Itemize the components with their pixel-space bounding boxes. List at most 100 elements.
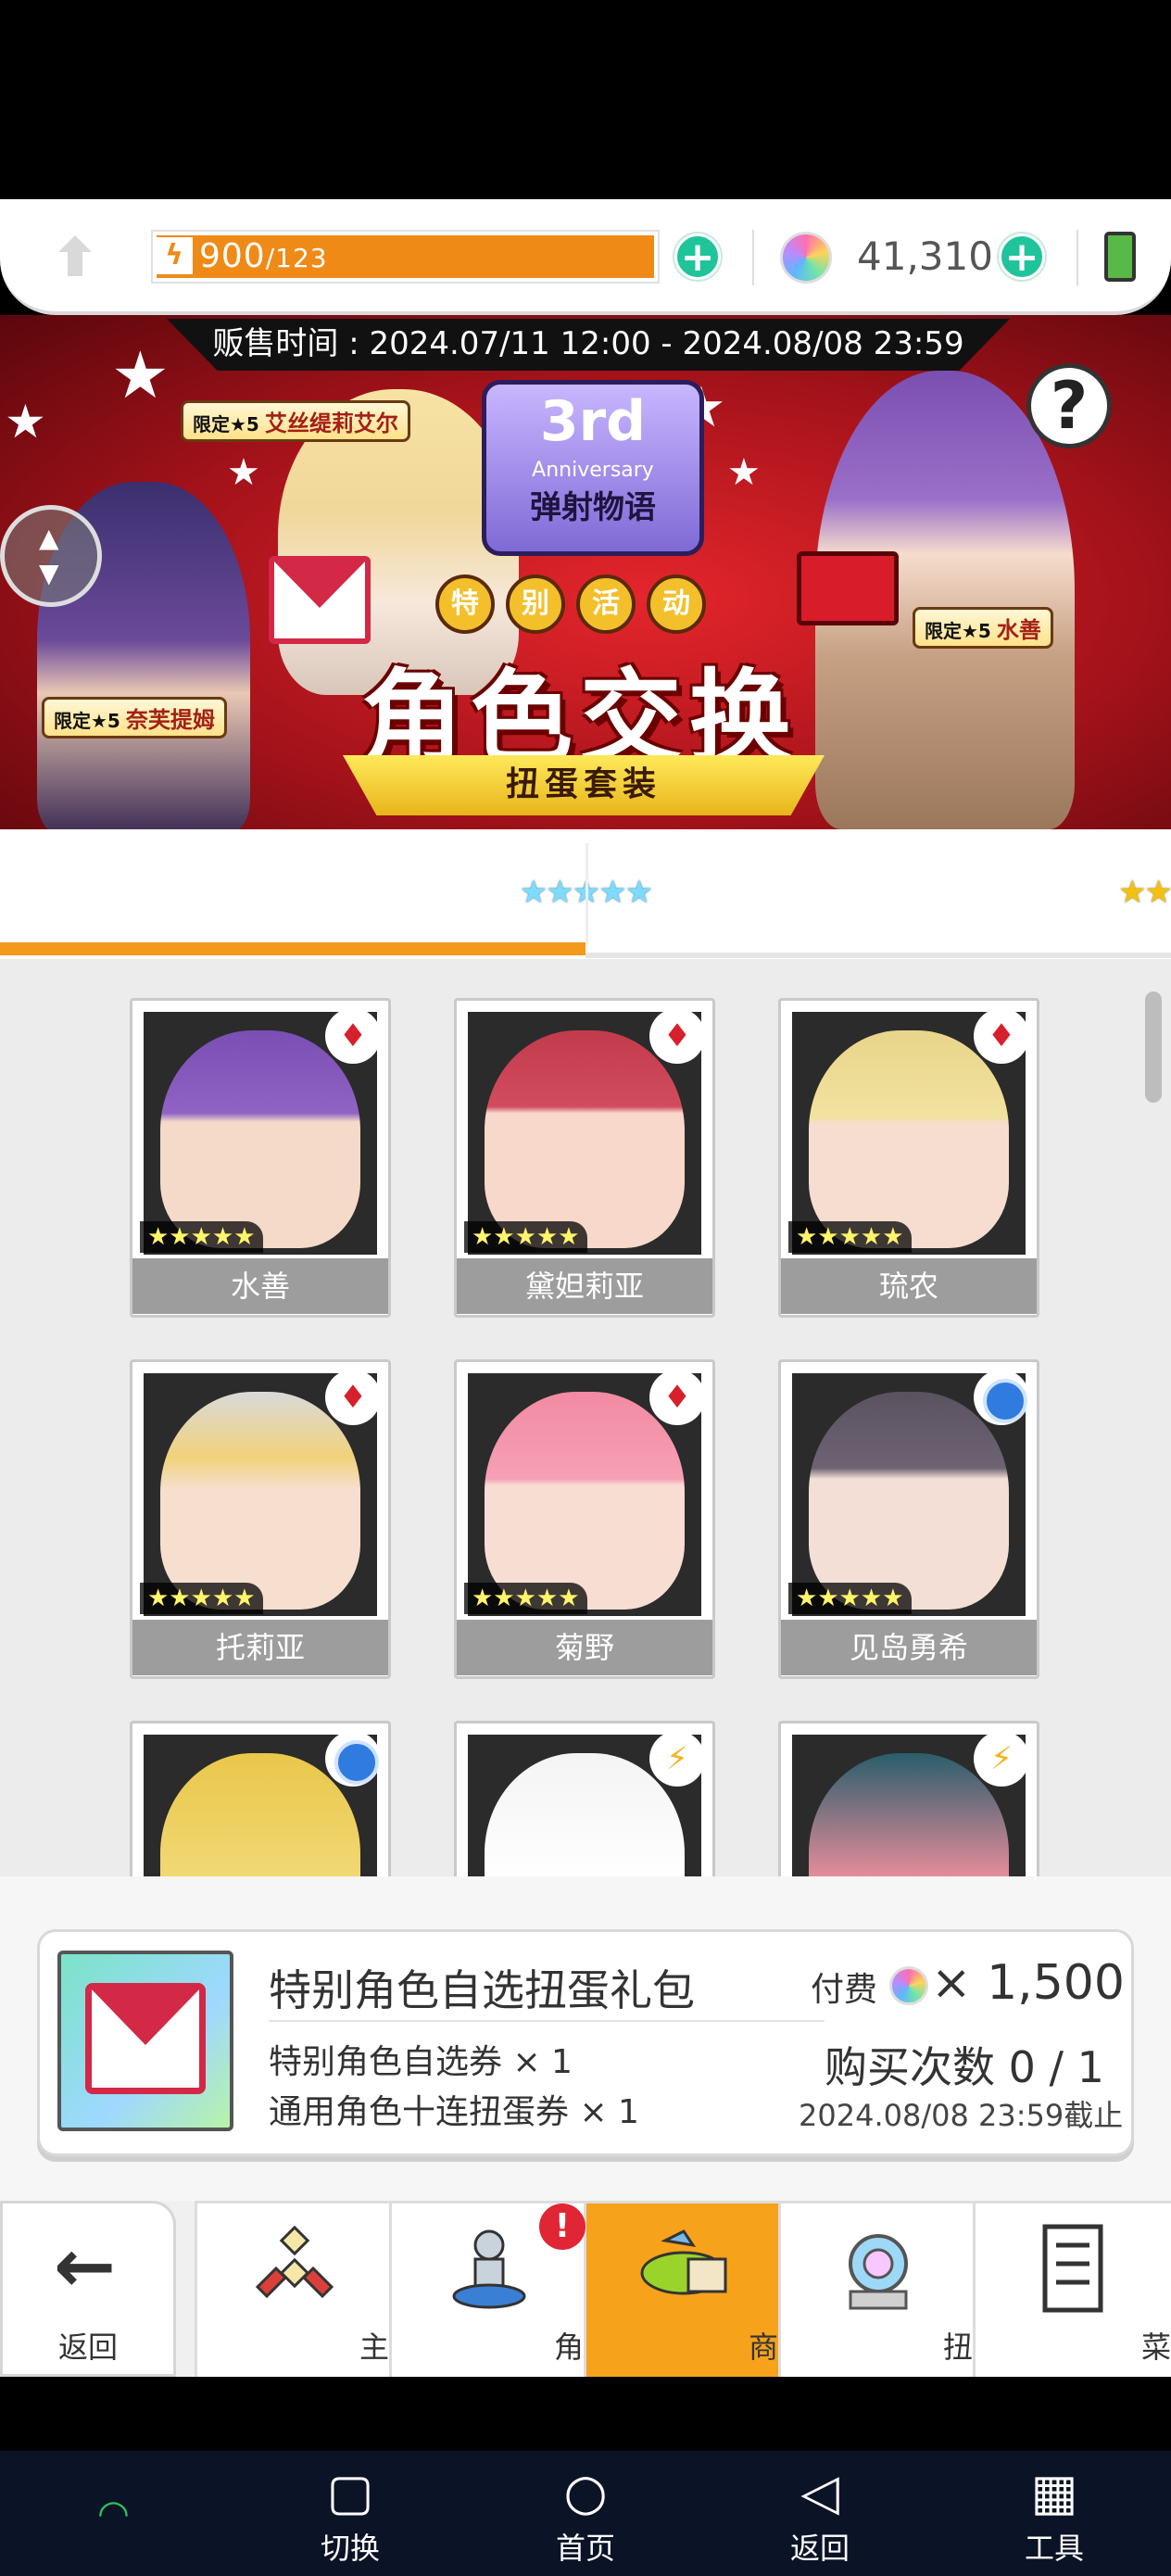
divider: [752, 230, 754, 285]
back-arrow-icon: ←: [54, 2223, 117, 2309]
character-card[interactable]: ♦ ★★★★★ 托莉亚: [130, 1359, 391, 1679]
diamond-element-icon: ♦: [325, 1370, 381, 1425]
nav-item-town[interactable]: 主城: [195, 2201, 419, 2377]
triangle-back-icon: ◁: [800, 2463, 839, 2521]
character-card[interactable]: ♦ ★★★★★ 水善: [130, 998, 391, 1318]
notification-badge: !: [539, 2203, 586, 2250]
town-icon: [255, 2225, 334, 2299]
rarity-stars: ★★★★★: [464, 1583, 587, 1614]
character-name: 水善: [132, 1258, 388, 1314]
package-title: 特别角色自选扭蛋礼包: [269, 1965, 695, 2015]
diamond-element-icon: ♦: [649, 1370, 705, 1425]
deadline: 2024.08/08 23:59截止: [799, 2098, 1124, 2133]
tab-four-star[interactable]: ★★★★: [586, 829, 1171, 959]
tag-character-a: 限定★5 奈芙提姆: [42, 697, 227, 739]
circle-icon: ○: [563, 2463, 608, 2521]
purchase-count: 购买次数 0 / 1: [825, 2042, 1104, 2092]
square-icon: ▢: [326, 2463, 374, 2521]
character-name: 托莉亚: [132, 1620, 388, 1675]
orb-element-icon: [974, 1370, 1029, 1425]
sale-time: 贩售时间 : 2024.07/11 12:00 - 2024.08/08 23:…: [167, 319, 1010, 371]
star-decoration: ★: [227, 451, 260, 494]
system-tools-button[interactable]: ▦ 工具: [980, 2460, 1128, 2568]
stamina-max: /123: [265, 243, 328, 273]
stamina-bolt-icon: ϟ: [156, 237, 193, 274]
star-decoration: ★: [111, 337, 170, 413]
package-item: 特别角色自选券 × 1: [269, 2043, 573, 2081]
character-card[interactable]: ♦ ★★★★★ 黛妲莉亚: [454, 998, 715, 1318]
logo-top: 3rd: [539, 389, 647, 454]
system-switch-button[interactable]: ▢ 切换: [276, 2460, 424, 2568]
system-home-button[interactable]: ○ 首页: [511, 2460, 660, 2568]
wifi-icon: ◠: [97, 2493, 130, 2535]
gem-count: 41,310: [857, 234, 993, 279]
system-label: 切换: [320, 2531, 380, 2566]
envelope-icon: [269, 556, 371, 644]
nav-item-gacha[interactable]: 扭蛋: [778, 2201, 1002, 2377]
nav-item-shop[interactable]: 商店: [584, 2201, 808, 2377]
chevron-down-icon: ▼: [39, 558, 59, 588]
character-card[interactable]: ♦ ★★★★★ 菊野: [454, 1359, 715, 1679]
character-icon: [452, 2229, 526, 2309]
special-char: 特: [435, 575, 495, 634]
special-char: 活: [576, 575, 636, 634]
special-char: 别: [506, 575, 565, 634]
tag-character-c: 限定★5 水善: [913, 607, 1053, 649]
back-button[interactable]: ← 返回: [0, 2201, 176, 2377]
active-tab-indicator: [0, 942, 586, 955]
tab-five-star[interactable]: ★★★★★: [0, 829, 653, 959]
character-card[interactable]: ⚡: [454, 1721, 715, 1876]
fee-label: 付费: [811, 1971, 878, 2009]
menu-icon: [1042, 2224, 1103, 2313]
tag-name: 奈芙提姆: [125, 707, 215, 733]
rarity-stars: ★★★★★: [140, 1583, 263, 1614]
character-name: 见岛勇希: [781, 1620, 1037, 1675]
diamond-element-icon: ♦: [649, 1008, 705, 1064]
gem-icon: [780, 232, 832, 284]
character-name: 菊野: [457, 1620, 712, 1675]
rarity-stars: ★★★★★: [788, 1583, 912, 1614]
tag-prefix: 限定★5: [193, 413, 259, 436]
character-face: [485, 1392, 685, 1610]
character-face: [160, 1392, 360, 1610]
character-face: [160, 1030, 360, 1248]
special-event-label: 特别活动: [435, 575, 750, 634]
nav-item-menu[interactable]: 菜单: [973, 2201, 1171, 2377]
chevron-up-icon: ▲: [39, 523, 59, 553]
tag-name: 水善: [996, 617, 1041, 643]
star-decoration: ★: [5, 395, 46, 448]
tab-divider: [586, 843, 588, 945]
system-back-button[interactable]: ◁ 返回: [746, 2460, 894, 2568]
grid-scrollbar[interactable]: [1145, 991, 1162, 1103]
nav-label: 菜单: [1140, 2330, 1171, 2365]
character-card[interactable]: ♦ ★★★★★ 琉农: [778, 998, 1039, 1318]
character-card[interactable]: ⚡: [778, 1721, 1039, 1876]
add-gems-button[interactable]: +: [999, 234, 1045, 280]
character-name: 黛妲莉亚: [457, 1258, 712, 1314]
envelope-icon: [85, 1983, 206, 2094]
tab-shadow: [586, 953, 1171, 958]
system-label: 工具: [1024, 2531, 1084, 2566]
tag-prefix: 限定★5: [54, 710, 120, 732]
lightning-element-icon: ⚡: [974, 1731, 1029, 1787]
back-label: 返回: [57, 2330, 118, 2365]
system-label: 首页: [555, 2531, 615, 2566]
add-stamina-button[interactable]: +: [674, 234, 721, 280]
gacha-icon: [849, 2234, 908, 2310]
stamina-value: 900: [199, 237, 266, 275]
character-face: [809, 1030, 1009, 1248]
top-black-strip: [0, 0, 1171, 199]
logo-mid: Anniversary: [532, 459, 654, 482]
package-item: 通用角色十连扭蛋券 × 1: [269, 2093, 639, 2131]
character-card[interactable]: ★★★★★ 见岛勇希: [778, 1359, 1039, 1679]
rarity-stars: ★★★★★: [788, 1221, 912, 1253]
star-decoration: ★: [727, 451, 761, 494]
character-card[interactable]: [130, 1721, 391, 1876]
rank-icon: [58, 235, 92, 276]
battery-icon: [1104, 232, 1136, 282]
ticket-icon: [797, 551, 899, 625]
diamond-element-icon: ♦: [325, 1008, 381, 1064]
page-scroll-button[interactable]: ▲ ▼: [0, 505, 102, 607]
help-button[interactable]: ?: [1026, 363, 1112, 448]
rarity-stars: ★★★★★: [464, 1221, 587, 1253]
